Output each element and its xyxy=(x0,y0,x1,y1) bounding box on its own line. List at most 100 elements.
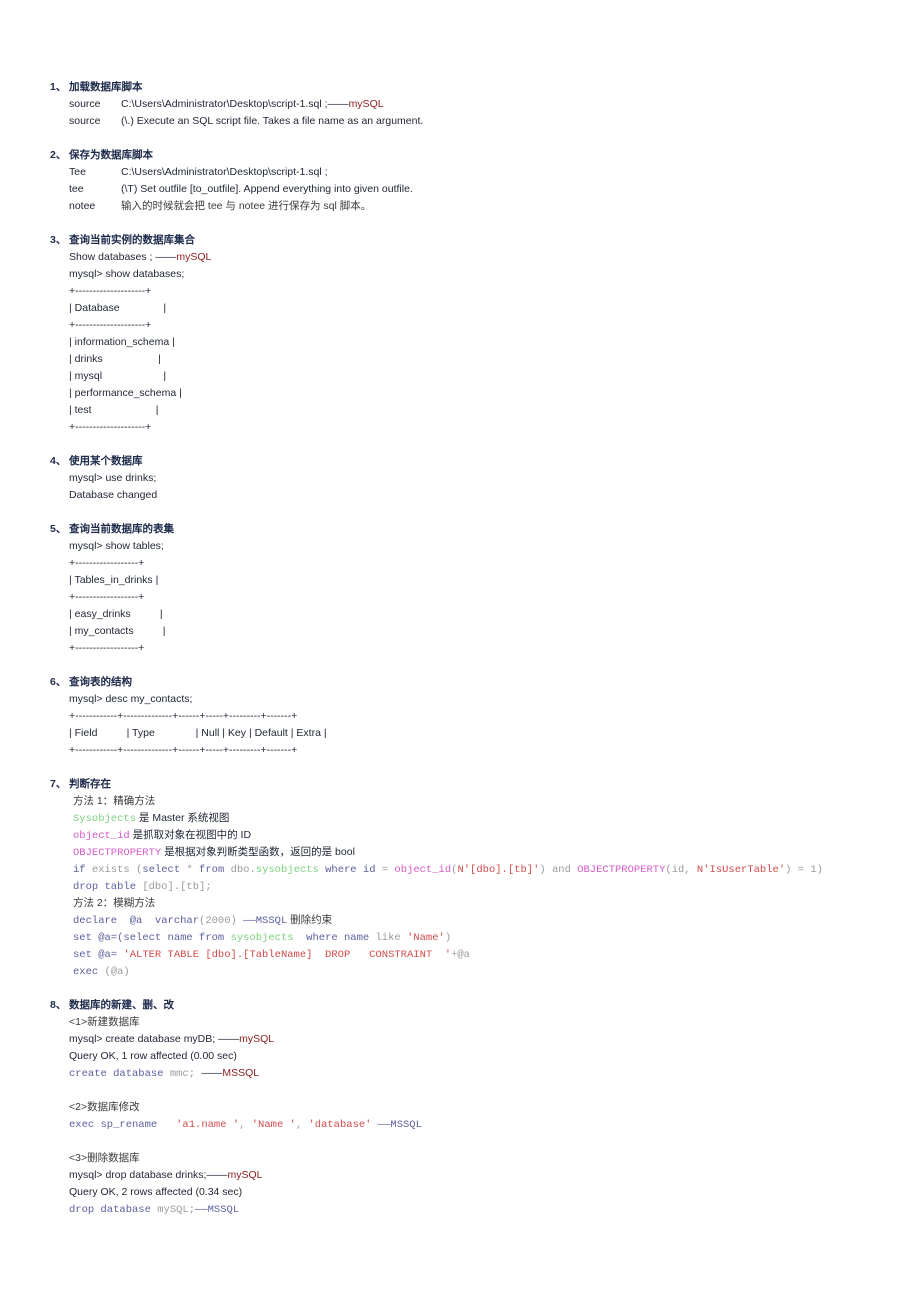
text-line: | drinks | xyxy=(50,351,823,368)
text-segment: | information_schema | xyxy=(69,336,175,348)
text-line: declare @a varchar(2000) ——MSSQL 删除约束 xyxy=(50,912,823,929)
text-kw: ——MSSQL xyxy=(195,1204,240,1216)
text-segment: mysql> use drinks; xyxy=(69,472,157,484)
text-gray: [dbo].[tb]; xyxy=(142,881,212,893)
text-line: +------------------+ xyxy=(50,555,823,572)
section-number: 1、 xyxy=(50,81,67,93)
text-kw: set @a= xyxy=(73,949,124,961)
text-str: N'IsUserTable' xyxy=(696,864,786,876)
text-gray: mmc; xyxy=(169,1068,202,1080)
text-mysql: MSSQL xyxy=(222,1067,260,1079)
command-label: source xyxy=(69,115,101,127)
text-segment: | mysql | xyxy=(69,370,167,382)
text-segment: +--------------------+ xyxy=(69,421,152,433)
text-str: N'[dbo].[tb]' xyxy=(457,864,540,876)
section-number: 7、 xyxy=(50,778,67,790)
text-gray: = xyxy=(381,864,395,876)
text-segment: 是 Master 系统视图 xyxy=(136,812,230,824)
text-kw: ——MSSQL xyxy=(371,1119,422,1131)
section-heading: 2、 保存为数据库脚本 xyxy=(50,147,823,164)
text-line: Query OK, 2 rows affected (0.34 sec) xyxy=(50,1184,823,1201)
text-line: | my_contacts | xyxy=(50,623,823,640)
section-2: 2、 保存为数据库脚本 Tee C:\Users\Administrator\Desk… xyxy=(50,147,823,215)
text-segment: C:\Users\Administrator\Desktop\script-1.… xyxy=(121,166,328,178)
text-segment: +--------------------+ xyxy=(69,319,152,331)
section-title: 判断存在 xyxy=(69,778,111,790)
text-cn: 输入的时候就会把 tee 与 notee 进行保存为 sql 脚本。 xyxy=(121,200,372,212)
text-line: mysql> create database myDB; ——mySQL xyxy=(50,1031,823,1048)
section-title: 保存为数据库脚本 xyxy=(69,149,153,161)
section-heading: 1、 加载数据库脚本 xyxy=(50,79,823,96)
text-cn: 删除约束 xyxy=(287,914,333,926)
text-kw: exec xyxy=(73,966,105,978)
text-segment: (\.) Execute an SQL script file. Takes a… xyxy=(121,115,424,127)
section-title: 查询当前数据库的表集 xyxy=(69,523,174,535)
text-line: <1>新建数据库 xyxy=(50,1014,823,1031)
text-line: mysql> show tables; xyxy=(50,538,823,555)
text-mysql: mySQL xyxy=(348,98,384,110)
text-line: | test | xyxy=(50,402,823,419)
text-line: +--------------------+ xyxy=(50,283,823,300)
text-kw: ——MSSQL xyxy=(243,915,288,927)
text-gray: ) xyxy=(444,932,452,944)
section-5: 5、 查询当前数据库的表集 mysql> show tables; +--------… xyxy=(50,521,823,657)
text-segment: | test | xyxy=(69,404,159,416)
text-line: source (\.) Execute an SQL script file. T… xyxy=(50,113,823,130)
text-segment: | my_contacts | xyxy=(69,625,166,637)
text-str: 'Name' xyxy=(407,932,445,944)
section-title: 查询表的结构 xyxy=(69,676,132,688)
text-kw: drop table xyxy=(73,881,143,893)
text-line: set @a=(select name from sysobjects wher… xyxy=(50,929,823,946)
text-kw: set @a=( xyxy=(73,932,124,944)
text-gray: (@a) xyxy=(104,966,130,978)
text-line: +------------+--------------+------+----… xyxy=(50,742,823,759)
text-line: notee 输入的时候就会把 tee 与 notee 进行保存为 sql 脚本。 xyxy=(50,198,823,215)
section-number: 2、 xyxy=(50,149,67,161)
text-kw: drop database xyxy=(69,1204,158,1216)
section-number: 4、 xyxy=(50,455,67,467)
text-segment: +------------+--------------+------+----… xyxy=(69,744,298,756)
section-7: 7、 判断存在 方法 1：精确方法 Sysobjects 是 Master 系统视图 o… xyxy=(50,776,823,980)
text-segment: (\T) Set outfile [to_outfile]. Append ev… xyxy=(121,183,413,195)
text-gray: , xyxy=(239,1119,252,1131)
section-heading: 6、 查询表的结构 xyxy=(50,674,823,691)
text-gray: like xyxy=(375,932,407,944)
text-line: 方法 2：模糊方法 xyxy=(50,895,823,912)
text-segment: +--------------------+ xyxy=(69,285,152,297)
text-line: Show databases ; ——mySQL xyxy=(50,249,823,266)
text-green: sysobjects xyxy=(230,932,294,944)
text-kw: create database xyxy=(69,1068,170,1080)
text-kw: select xyxy=(142,864,187,876)
text-gray: , xyxy=(295,1119,309,1131)
section-number: 5、 xyxy=(50,523,67,535)
text-segment: mysql> create database myDB; —— xyxy=(69,1033,240,1045)
text-cn: <1>新建数据库 xyxy=(69,1016,140,1028)
text-str: 'a1.name ' xyxy=(176,1119,240,1131)
text-str: 'ALTER TABLE [dbo].[TableName] DROP CONS… xyxy=(123,949,452,961)
text-green: Sysobjects xyxy=(73,813,137,825)
text-line: exec sp_rename 'a1.name ', 'Name ', 'dat… xyxy=(50,1116,823,1133)
text-segment: | Tables_in_drinks | xyxy=(69,574,159,586)
text-line: mysql> show databases; xyxy=(50,266,823,283)
text-line: drop database mySQL;——MSSQL xyxy=(50,1201,823,1218)
text-segment: C:\Users\Administrator\Desktop\script-1.… xyxy=(121,98,349,110)
text-segment: mysql> drop database drinks;—— xyxy=(69,1169,228,1181)
section-heading: 8、 数据库的新建、删、改 xyxy=(50,997,823,1014)
text-line: | Field | Type | Null | Key | Default | … xyxy=(50,725,823,742)
text-segment: +------------------+ xyxy=(69,591,145,603)
text-line: source C:\Users\Administrator\Desktop\scr… xyxy=(50,96,823,113)
section-number: 6、 xyxy=(50,676,67,688)
text-line: OBJECTPROPERTY 是根据对象判断类型函数，返回的是 bool xyxy=(50,844,823,861)
text-pink: object_id xyxy=(73,830,130,842)
text-segment: | performance_schema | xyxy=(69,387,182,399)
text-gray: mySQL; xyxy=(157,1204,196,1216)
section-4: 4、 使用某个数据库 mysql> use drinks; Database chan… xyxy=(50,453,823,504)
text-kw: where id xyxy=(318,864,382,876)
text-line: | Database | xyxy=(50,300,823,317)
command-label: Tee xyxy=(69,166,86,178)
text-kw: from xyxy=(199,864,231,876)
text-kw: declare @a varchar xyxy=(73,915,200,927)
text-cn: 方法 2：模糊方法 xyxy=(73,897,156,909)
section-number: 8、 xyxy=(50,999,67,1011)
